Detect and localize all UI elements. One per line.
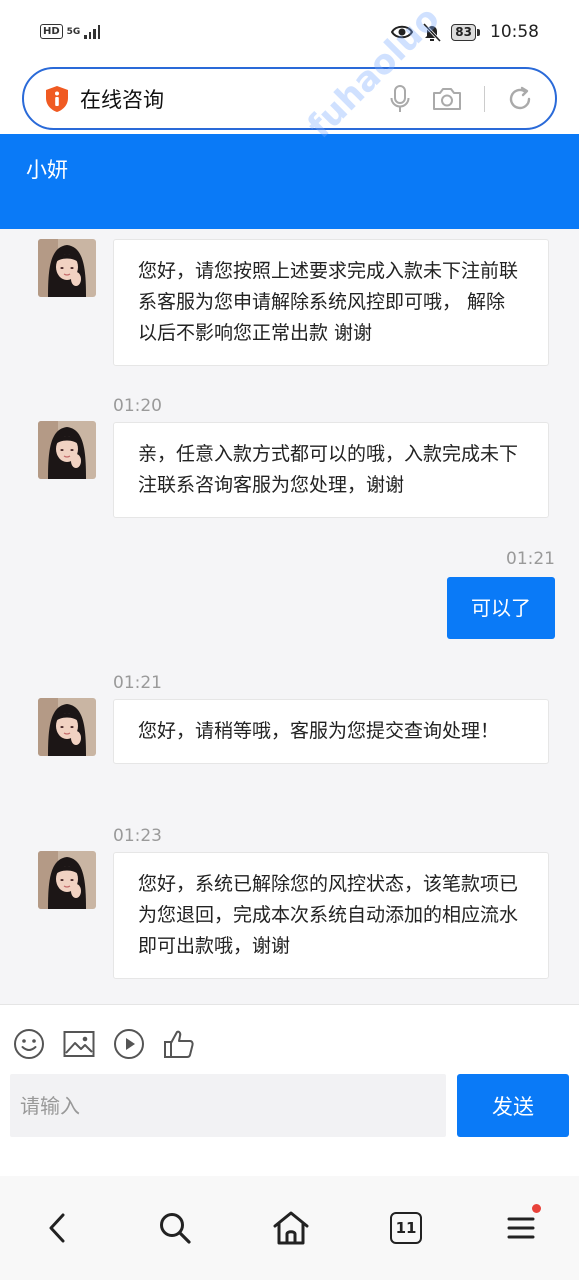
menu-icon xyxy=(507,1217,535,1239)
shield-info-icon xyxy=(46,85,68,112)
message-list[interactable]: 您好，请您按照上述要求完成入款未下注前联系客服为您申请解除系统风控即可哦， 解除… xyxy=(0,229,579,1004)
back-button[interactable] xyxy=(35,1206,79,1250)
hd-badge: HD xyxy=(40,24,63,39)
message-bubble: 您好，请稍等哦，客服为您提交查询处理！ xyxy=(113,699,549,764)
play-icon[interactable] xyxy=(112,1027,146,1061)
status-left: HD 5G xyxy=(40,24,101,39)
signal-icon xyxy=(84,24,101,39)
message-input[interactable] xyxy=(10,1074,446,1137)
camera-icon[interactable] xyxy=(432,87,462,111)
message-time: 01:20 xyxy=(113,396,162,416)
home-icon xyxy=(273,1211,309,1245)
address-actions xyxy=(390,84,534,113)
search-icon xyxy=(160,1213,191,1244)
send-button[interactable]: 发送 xyxy=(457,1074,569,1137)
chat-header: 小妍 xyxy=(0,134,579,229)
message-time: 01:21 xyxy=(506,549,555,569)
image-icon[interactable] xyxy=(62,1027,96,1061)
address-divider xyxy=(483,85,485,112)
message-bubble: 亲，任意入款方式都可以的哦，入款完成未下注联系咨询客服为您处理，谢谢 xyxy=(113,422,549,518)
emoji-icon[interactable] xyxy=(12,1027,46,1061)
search-button[interactable] xyxy=(153,1206,197,1250)
notification-dot xyxy=(532,1204,541,1213)
message-bubble: 您好，系统已解除您的风控状态，该笔款项已为您退回，完成本次系统自动添加的相应流水… xyxy=(113,852,549,979)
message-bubble: 您好，请您按照上述要求完成入款未下注前联系客服为您申请解除系统风控即可哦， 解除… xyxy=(113,239,549,366)
network-type: 5G xyxy=(66,26,81,37)
browser-nav-bar: 11 xyxy=(0,1176,579,1280)
battery-icon: 83 xyxy=(451,23,480,41)
agent-avatar xyxy=(38,239,96,297)
agent-avatar xyxy=(38,851,96,909)
address-bar[interactable]: 在线咨询 xyxy=(22,67,557,130)
tabs-button[interactable]: 11 xyxy=(384,1206,428,1250)
message-time: 01:21 xyxy=(113,673,162,693)
thumbs-up-icon[interactable] xyxy=(162,1027,196,1061)
input-area: 发送 xyxy=(0,1004,579,1176)
battery-level: 83 xyxy=(451,23,476,41)
message-time: 01:23 xyxy=(113,826,162,846)
microphone-icon[interactable] xyxy=(390,84,410,113)
menu-button[interactable] xyxy=(499,1204,543,1250)
status-bar: HD 5G 83 10:58 xyxy=(0,0,579,66)
agent-avatar xyxy=(38,421,96,479)
clock: 10:58 xyxy=(490,22,539,42)
tabs-icon: 11 xyxy=(390,1212,422,1244)
chat-title: 小妍 xyxy=(26,158,68,182)
input-toolbar xyxy=(12,1027,196,1061)
back-icon xyxy=(49,1213,65,1243)
agent-avatar xyxy=(38,698,96,756)
home-button[interactable] xyxy=(269,1206,313,1250)
refresh-icon[interactable] xyxy=(507,86,533,112)
browser-toolbar: 在线咨询 xyxy=(0,66,579,134)
message-bubble-outgoing: 可以了 xyxy=(447,577,555,639)
